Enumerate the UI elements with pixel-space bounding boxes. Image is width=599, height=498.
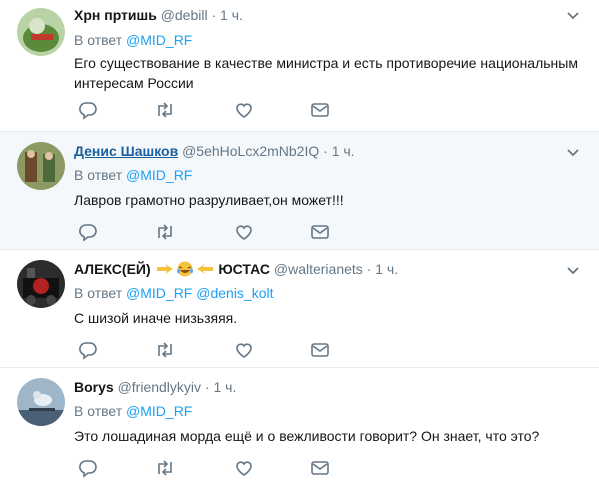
pointing-left-hand-icon xyxy=(196,261,214,277)
reply-icon[interactable] xyxy=(78,340,100,362)
user-name[interactable]: Borys xyxy=(74,379,114,395)
user-name[interactable]: Денис Шашков xyxy=(74,143,178,159)
timestamp[interactable]: 1 ч. xyxy=(220,7,243,23)
tweet-actions xyxy=(74,100,374,122)
timestamp[interactable]: 1 ч. xyxy=(332,143,355,159)
tweet-actions xyxy=(74,222,374,244)
reply-prefix: В ответ xyxy=(74,403,123,419)
tweet[interactable]: АЛЕКС(ЕЙ) ЮСТАС @walterianets · 1 ч. В о… xyxy=(0,250,599,368)
timestamp[interactable]: 1 ч. xyxy=(213,379,236,395)
like-icon[interactable] xyxy=(234,458,256,480)
message-icon[interactable] xyxy=(310,100,332,122)
user-handle[interactable]: @friendlykyiv xyxy=(118,379,201,395)
chevron-down-icon[interactable] xyxy=(564,7,582,25)
retweet-icon[interactable] xyxy=(154,458,176,480)
user-name[interactable]: Хрн пртишь xyxy=(74,7,157,23)
avatar[interactable] xyxy=(17,8,65,56)
mention-link[interactable]: @MID_RF xyxy=(126,403,192,419)
reply-context: В ответ @MID_RF xyxy=(74,166,192,184)
separator-dot: · xyxy=(366,261,372,277)
tweet-header: Денис Шашков @5ehHoLcx2mNb2IQ · 1 ч. xyxy=(74,142,355,160)
tweet-text: Это лошадиная морда ещё и о вежливости г… xyxy=(74,428,540,444)
tweet-header: АЛЕКС(ЕЙ) ЮСТАС @walterianets · 1 ч. xyxy=(74,260,398,278)
reply-context: В ответ @MID_RF @denis_kolt xyxy=(74,284,274,302)
crying-laughing-face-icon xyxy=(176,261,194,277)
like-icon[interactable] xyxy=(234,100,256,122)
separator-dot: · xyxy=(323,143,328,159)
retweet-icon[interactable] xyxy=(154,222,176,244)
tweet-header: Хрн пртишь @debill · 1 ч. xyxy=(74,6,243,24)
avatar[interactable] xyxy=(17,142,65,190)
reply-prefix: В ответ xyxy=(74,285,123,301)
like-icon[interactable] xyxy=(234,340,256,362)
message-icon[interactable] xyxy=(310,458,332,480)
tweet[interactable]: Borys @friendlykyiv · 1 ч. В ответ @MID_… xyxy=(0,368,599,498)
tweet-header: Borys @friendlykyiv · 1 ч. xyxy=(74,378,236,396)
tweet-text: Его существование в качестве министра и … xyxy=(74,55,578,91)
tweet[interactable]: Хрн пртишь @debill · 1 ч. В ответ @MID_R… xyxy=(0,0,599,132)
separator-dot: · xyxy=(211,7,217,23)
user-name[interactable]: АЛЕКС(ЕЙ) xyxy=(74,261,151,277)
pointing-right-hand-icon xyxy=(156,261,174,277)
tweet-text: Лавров грамотно разруливает,он может!!! xyxy=(74,192,344,208)
tweet-actions xyxy=(74,458,374,480)
user-handle[interactable]: @5ehHoLcx2mNb2IQ xyxy=(182,143,319,159)
retweet-icon[interactable] xyxy=(154,340,176,362)
reply-icon[interactable] xyxy=(78,100,100,122)
like-icon[interactable] xyxy=(234,222,256,244)
mention-link[interactable]: @MID_RF xyxy=(126,167,192,183)
timestamp[interactable]: 1 ч. xyxy=(375,261,398,277)
message-icon[interactable] xyxy=(310,340,332,362)
reply-icon[interactable] xyxy=(78,222,100,244)
separator-dot: · xyxy=(204,379,210,395)
mention-link[interactable]: @MID_RF xyxy=(126,32,192,48)
reply-prefix: В ответ xyxy=(74,32,123,48)
retweet-icon[interactable] xyxy=(154,100,176,122)
reply-icon[interactable] xyxy=(78,458,100,480)
message-icon[interactable] xyxy=(310,222,332,244)
reply-context: В ответ @MID_RF xyxy=(74,31,192,49)
user-handle[interactable]: @walterianets xyxy=(274,261,363,277)
reply-context: В ответ @MID_RF xyxy=(74,402,192,420)
user-name-suffix[interactable]: ЮСТАС xyxy=(218,261,270,277)
avatar[interactable] xyxy=(17,378,65,426)
tweet-actions xyxy=(74,340,374,362)
mention-link[interactable]: @MID_RF xyxy=(126,285,192,301)
user-handle[interactable]: @debill xyxy=(161,7,208,23)
avatar[interactable] xyxy=(17,260,65,308)
tweet[interactable]: Денис Шашков @5ehHoLcx2mNb2IQ · 1 ч. В о… xyxy=(0,132,599,250)
chevron-down-icon[interactable] xyxy=(564,262,582,280)
chevron-down-icon[interactable] xyxy=(564,144,582,162)
mention-link[interactable]: @denis_kolt xyxy=(196,285,273,301)
tweet-text: С шизой иначе низьзяяя. xyxy=(74,310,238,326)
reply-prefix: В ответ xyxy=(74,167,123,183)
